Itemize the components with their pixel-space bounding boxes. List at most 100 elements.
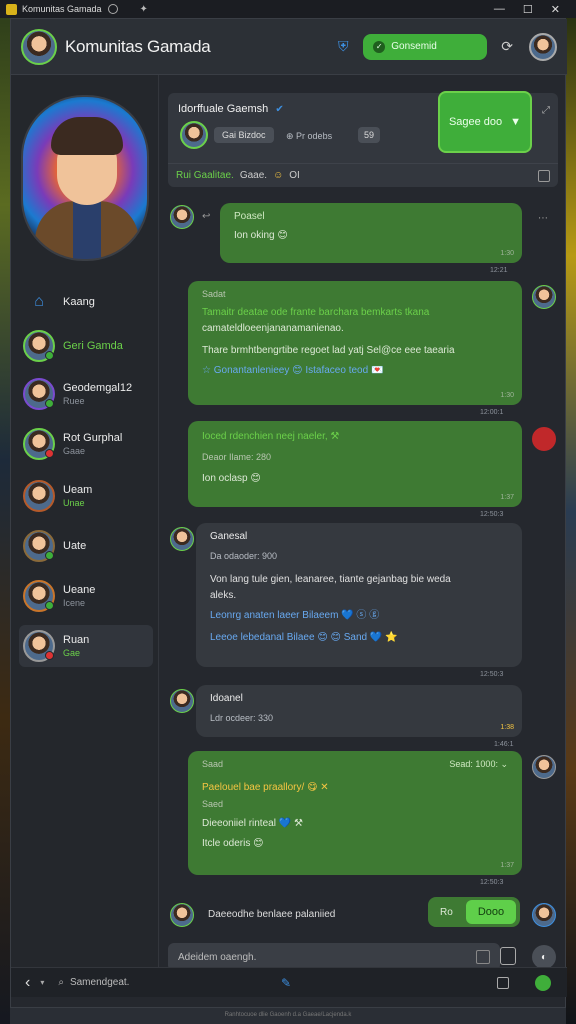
- group-chip[interactable]: Gai Bizdoc: [214, 127, 274, 143]
- message-sender: Idoanel: [210, 693, 243, 704]
- minimize-button[interactable]: —: [494, 3, 505, 16]
- message-line: Da odaoder: 900: [210, 551, 278, 561]
- message-bubble: Saad Sead: 1000: ⌄ Paelouel bae praallor…: [188, 751, 522, 875]
- message-bubble: Poasel Ion oking 😊 1:30: [220, 203, 522, 263]
- message-line: camateldloeenjananamanienao.: [202, 323, 344, 334]
- message-bubble: Idoanel Ldr ocdeer: 330 1:38: [196, 685, 522, 737]
- image-icon[interactable]: [476, 950, 490, 964]
- secondary-button[interactable]: Ro: [440, 907, 453, 918]
- sidebar-item-ruan[interactable]: Ruan Gae: [19, 625, 153, 667]
- expand-icon[interactable]: ⤢: [542, 105, 550, 116]
- window-icon[interactable]: [538, 169, 550, 182]
- discord-icon[interactable]: [107, 4, 118, 14]
- message-meta: 1:30: [500, 392, 514, 399]
- user-avatar[interactable]: [529, 32, 557, 61]
- message-subline: Sead: 1000: ⌄: [449, 759, 508, 769]
- message-sender: Sadat: [202, 289, 226, 299]
- group-name: Idorffuale Gaemsh: [178, 103, 269, 115]
- shield-icon[interactable]: ⛨: [335, 38, 351, 55]
- message-timestamp: 1:46:1: [494, 741, 514, 748]
- message-timestamp: 12:00:1: [480, 409, 504, 416]
- members-text: Pr odebs: [296, 131, 333, 141]
- message-avatar[interactable]: [170, 689, 194, 713]
- message-meta: 1:37: [500, 494, 514, 501]
- sidebar-item-uate[interactable]: Uate: [19, 525, 153, 567]
- close-button[interactable]: ✕: [551, 3, 560, 16]
- header-action-button[interactable]: ✓ Gonsemid: [363, 33, 488, 60]
- primary-button[interactable]: Dooo: [466, 900, 516, 924]
- status-icon[interactable]: [535, 974, 551, 991]
- contact-name: Ruan: [63, 634, 90, 646]
- message-bubble: Sadat Tamaitr deatae ode frante barchara…: [188, 281, 522, 405]
- sidebar-item-ueane[interactable]: Ueane Icene: [19, 575, 153, 617]
- message-line: Thare brmhtbengrtibe regoet lad yatj Sel…: [202, 345, 455, 356]
- typing-hint: Daeeodhe benlaee palaniied: [208, 909, 336, 920]
- status-green-text: Rui Gaalitae.: [176, 170, 234, 181]
- message-sender: Poasel: [234, 211, 265, 222]
- search-input[interactable]: ⌕ Samendgeat.: [58, 977, 129, 988]
- message-line: Ldr ocdeer: 330: [210, 713, 274, 723]
- message-avatar[interactable]: [170, 903, 194, 927]
- mic-button[interactable]: ◐: [532, 945, 556, 969]
- message-timestamp: 12:50:3: [480, 671, 504, 678]
- message-line: Leonrg anaten laeer Bilaeem 💙 ⓢ ⓖ: [210, 610, 380, 621]
- message-meta: 1:30: [500, 250, 514, 257]
- message-sender: Saad: [202, 759, 224, 769]
- message-avatar[interactable]: [532, 285, 556, 309]
- sidebar-item-rot-gurphal[interactable]: Rot Gurphal Gaae: [19, 423, 153, 465]
- contact-status: Icene: [63, 598, 86, 608]
- check-icon: ✓: [373, 40, 386, 53]
- message-line: aleks.: [210, 590, 237, 601]
- message-line: Dieeoniiel rinteal 💙 ⚒: [202, 818, 303, 829]
- message-line: Ioced rdenchien neej naeler, ⚒: [202, 431, 340, 442]
- message-meta: 1:37: [500, 862, 514, 869]
- message-sender-row: Saad Sead: 1000: ⌄: [202, 759, 508, 770]
- sidebar-item-kaang[interactable]: ⌂ Kaang: [19, 281, 153, 323]
- app-header: Komunitas Gamada ⛨ ✓ Gonsemid ⟳: [11, 19, 567, 75]
- message-timestamp: 12:50:3: [480, 511, 504, 518]
- refresh-icon[interactable]: ⟳: [501, 38, 513, 55]
- chevron-down-icon[interactable]: ▾: [40, 978, 44, 987]
- online-status-icon: [45, 601, 54, 610]
- group-avatar[interactable]: [180, 121, 208, 149]
- maximize-button[interactable]: ☐: [523, 3, 533, 16]
- sidebar-item-geodemgal12[interactable]: Geodemgal12 Ruee: [19, 373, 153, 415]
- message-avatar[interactable]: [170, 205, 194, 229]
- message-line: Saed: [202, 799, 224, 809]
- select-dropdown-button[interactable]: Sagee doo ▼: [438, 91, 532, 153]
- members-label: ⊕ Pr odebs: [286, 131, 332, 142]
- pen-icon[interactable]: ✎: [281, 976, 291, 990]
- online-status-icon: [45, 551, 54, 560]
- message-avatar[interactable]: [170, 527, 194, 551]
- verified-icon: ✔: [275, 104, 284, 115]
- status-tail: OI: [289, 170, 300, 181]
- sidebar-item-geri-gamda[interactable]: Geri Gamda: [19, 325, 153, 367]
- contact-status: Ruee: [63, 396, 85, 406]
- game-controller-icon[interactable]: [532, 427, 556, 451]
- pin-icon[interactable]: ✦: [140, 4, 148, 15]
- chevron-down-icon: ▼: [510, 116, 522, 128]
- message-line: Deaor Ilame: 280: [202, 452, 272, 462]
- message-input-placeholder: Adeidem oaengh.: [178, 951, 257, 963]
- message-line: Ion oking 😊: [234, 230, 288, 241]
- app-window: Komunitas Gamada ⛨ ✓ Gonsemid ⟳ ⌂ Kaang …: [10, 18, 567, 1008]
- backdrop-left: [0, 0, 10, 1024]
- busy-status-icon: [45, 651, 54, 660]
- select-label: Sagee doo: [448, 116, 503, 128]
- members-count-badge: 59: [358, 127, 381, 143]
- message-line: Von lang tule gien, leanaree, tiante gej…: [210, 574, 451, 585]
- message-avatar[interactable]: [532, 903, 556, 927]
- message-avatar[interactable]: [532, 755, 556, 779]
- window-title: Komunitas Gamada: [22, 4, 102, 14]
- community-avatar[interactable]: [21, 28, 57, 65]
- back-icon[interactable]: ‹: [25, 974, 30, 992]
- attachment-icon[interactable]: [500, 947, 516, 965]
- reply-icon[interactable]: ↩: [202, 211, 210, 222]
- contact-name: Geri Gamda: [63, 340, 123, 352]
- window-icon[interactable]: [497, 976, 509, 989]
- more-icon[interactable]: ⋯: [538, 213, 548, 224]
- members-icon: ⊕: [286, 131, 297, 141]
- message-line: Ion oclasp 😊: [202, 473, 261, 484]
- online-status-icon: [45, 399, 54, 408]
- sidebar-item-ueam[interactable]: Ueam Unae: [19, 475, 153, 517]
